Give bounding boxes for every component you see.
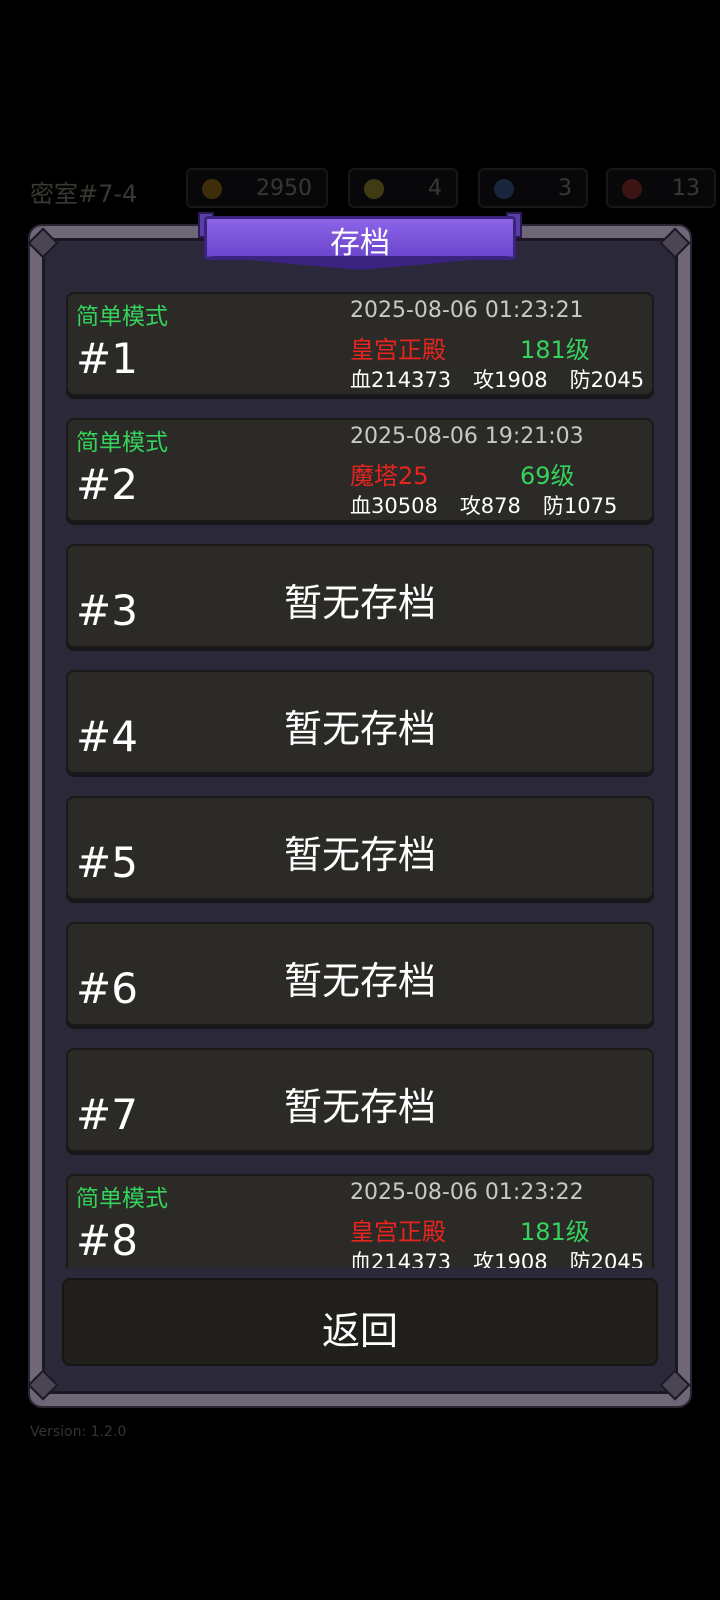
floor-label: 密室#7-4 [30,180,138,208]
back-button[interactable]: 返回 [62,1278,658,1366]
slot-number: #1 [76,334,138,383]
save-slot-3[interactable]: 暂无存档 #3 [66,544,654,648]
slot-empty-label: 暂无存档 [283,959,436,1003]
slot-attack: 攻1908 [473,368,548,392]
slot-mode: 简单模式 [76,1186,168,1212]
dialog-title: 存档 [330,226,390,261]
slot-level: 181级 [520,336,590,364]
red-key-icon [622,179,642,199]
slot-hp: 血30508 [350,494,438,518]
slot-empty-label: 暂无存档 [283,707,436,751]
coin-icon [202,179,222,199]
slot-defense: 防2045 [569,368,645,392]
save-slot-2[interactable]: 简单模式 #2 2025-08-06 19:21:03 魔塔25 69级 血30… [66,418,654,522]
slot-number: #7 [76,1090,138,1139]
slot-timestamp: 2025-08-06 01:23:21 [350,298,584,323]
save-slot-4[interactable]: 暂无存档 #4 [66,670,654,774]
slot-number: #5 [76,838,138,887]
slot-defense: 防1075 [542,494,618,518]
slot-timestamp: 2025-08-06 19:21:03 [350,424,584,449]
slot-hp: 血214373 [350,368,452,392]
save-slot-6[interactable]: 暂无存档 #6 [66,922,654,1026]
version-label: Version: 1.2.0 [30,1424,127,1440]
slot-stats: 血214373 攻1908 防2045 [350,364,654,394]
slot-mode: 简单模式 [76,430,168,456]
background-hud: 密室#7-4 2950 4 3 13 [0,168,720,212]
slot-location: 皇宫正殿 [350,1218,446,1246]
blue-key-counter: 3 [478,168,588,208]
save-slot-list[interactable]: 简单模式 #1 2025-08-06 01:23:21 皇宫正殿 181级 血2… [66,292,654,1268]
slot-level: 181级 [520,1218,590,1246]
slot-empty-label: 暂无存档 [283,833,436,877]
gold-counter: 2950 [186,168,328,208]
slot-defense: 防2045 [569,1250,645,1268]
back-button-label: 返回 [321,1309,398,1353]
slot-attack: 攻1908 [473,1250,548,1268]
slot-number: #4 [76,712,138,761]
slot-number: #3 [76,586,138,635]
slot-stats: 血30508 攻878 防1075 [350,490,639,520]
save-slot-5[interactable]: 暂无存档 #5 [66,796,654,900]
slot-location: 魔塔25 [350,462,429,490]
slot-attack: 攻878 [459,494,521,518]
slot-level: 69级 [520,462,575,490]
slot-timestamp: 2025-08-06 01:23:22 [350,1180,584,1205]
slot-number: #2 [76,460,138,509]
slot-stats: 血214373 攻1908 防2045 [350,1246,654,1268]
slot-location: 皇宫正殿 [350,336,446,364]
red-key-counter: 13 [606,168,716,208]
yellow-key-icon [364,179,384,199]
slot-number: #8 [76,1216,138,1265]
yellow-key-counter: 4 [348,168,458,208]
slot-number: #6 [76,964,138,1013]
slot-hp: 血214373 [350,1250,452,1268]
save-slot-7[interactable]: 暂无存档 #7 [66,1048,654,1152]
title-banner: 存档 [198,212,522,270]
slot-mode: 简单模式 [76,304,168,330]
save-slot-1[interactable]: 简单模式 #1 2025-08-06 01:23:21 皇宫正殿 181级 血2… [66,292,654,396]
blue-key-icon [494,179,514,199]
save-slot-8[interactable]: 简单模式 #8 2025-08-06 01:23:22 皇宫正殿 181级 血2… [66,1174,654,1268]
slot-empty-label: 暂无存档 [283,581,436,625]
slot-empty-label: 暂无存档 [283,1085,436,1129]
